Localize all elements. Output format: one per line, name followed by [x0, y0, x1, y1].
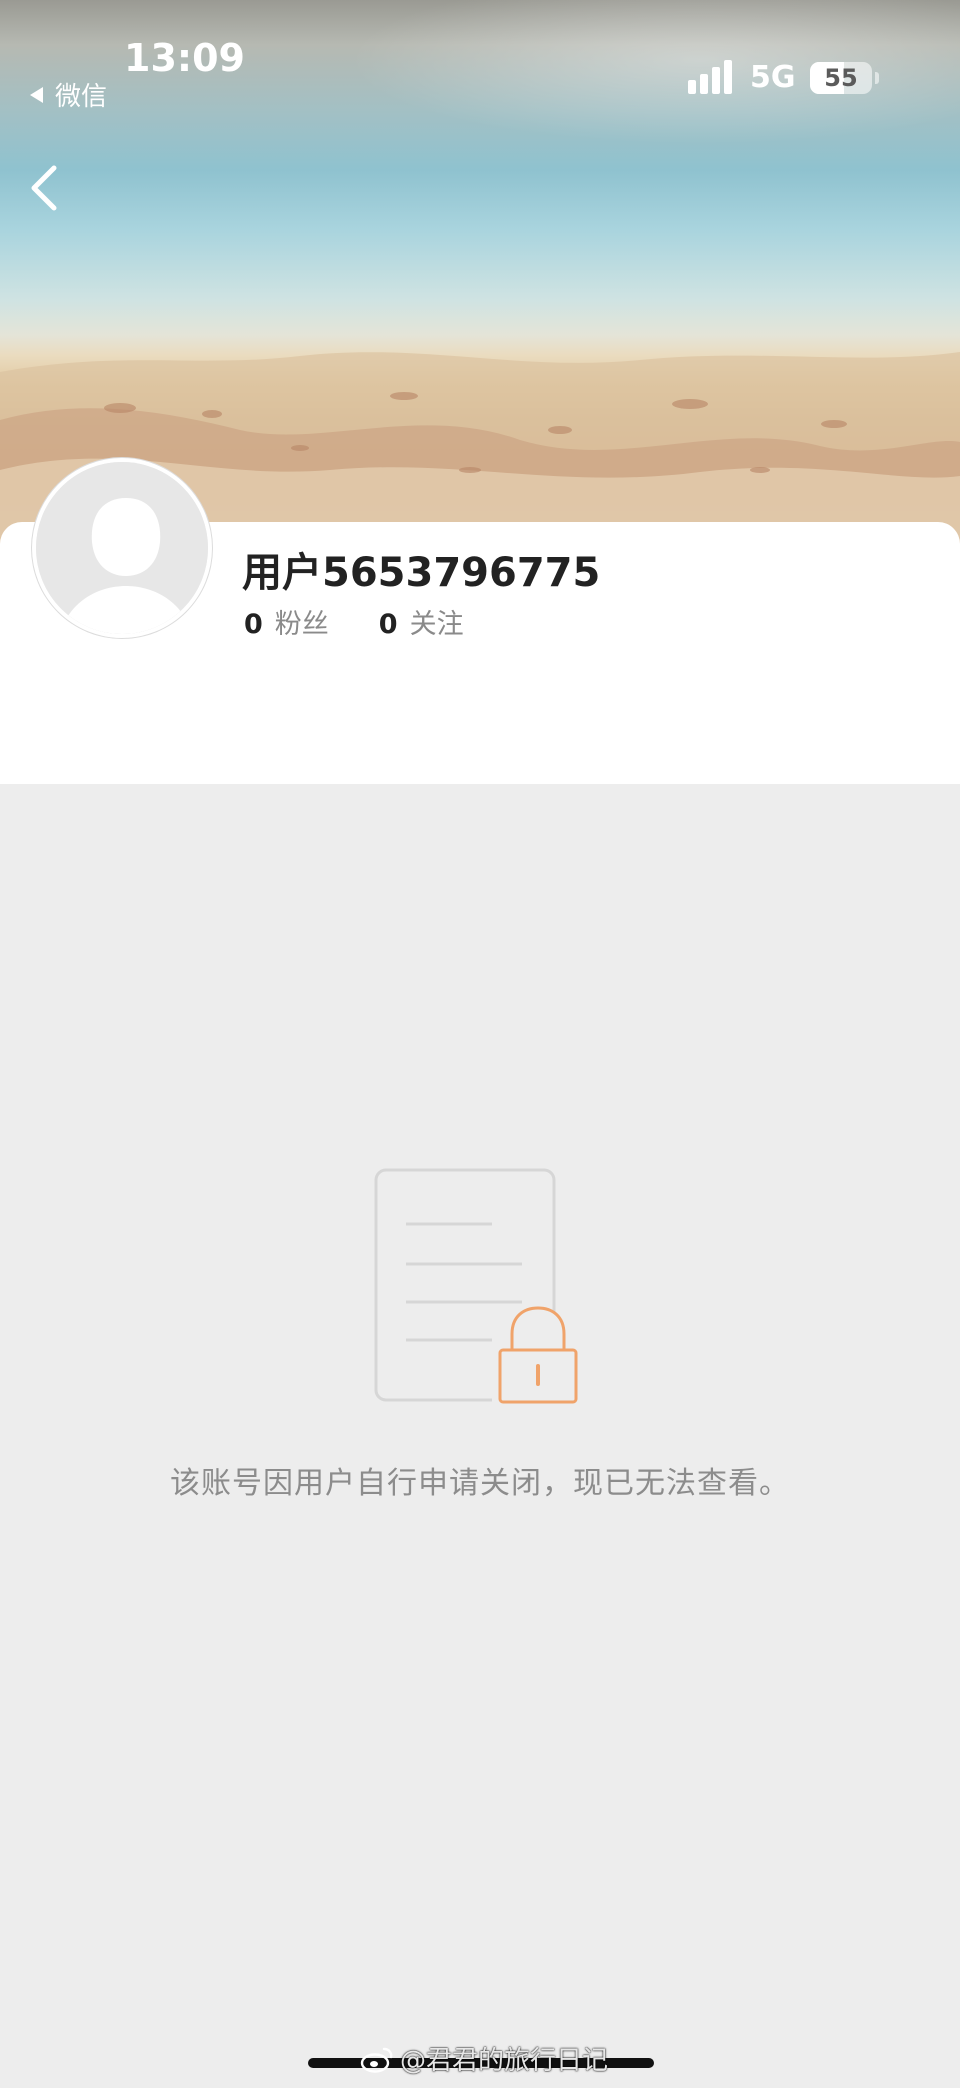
- status-time: 13:09: [124, 36, 245, 80]
- network-type: 5G: [750, 60, 796, 95]
- avatar[interactable]: [32, 458, 212, 638]
- default-avatar-icon: [36, 462, 208, 634]
- back-to-app-label: 微信: [55, 82, 108, 112]
- following-count[interactable]: 0 关注: [379, 602, 464, 641]
- following-label: 关注: [409, 609, 464, 640]
- profile-username: 用户5653796775: [242, 550, 601, 596]
- back-triangle-icon: [30, 86, 43, 103]
- battery-tip: [875, 72, 879, 84]
- battery-level: 55: [824, 64, 858, 92]
- following-value: 0: [378, 609, 398, 640]
- watermark-text: @君君的旅行日记: [400, 2046, 609, 2076]
- weibo-logo-icon: [360, 2047, 393, 2073]
- back-to-app-link[interactable]: 微信: [30, 76, 107, 113]
- chevron-left-icon: [31, 165, 57, 211]
- battery-icon: 55: [810, 62, 872, 94]
- followers-label: 粉丝: [274, 609, 329, 640]
- account-closed-message: 该账号因用户自行申请关闭，现已无法查看。: [170, 1466, 790, 1501]
- back-button[interactable]: [24, 160, 64, 216]
- locked-document-icon: [370, 1164, 592, 1408]
- watermark: @君君的旅行日记: [360, 2040, 608, 2077]
- followers-count[interactable]: 0 粉丝: [244, 602, 329, 641]
- signal-strength-icon: [688, 60, 736, 94]
- followers-value: 0: [244, 609, 263, 640]
- profile-stats: 0 粉丝 0 关注: [244, 602, 514, 641]
